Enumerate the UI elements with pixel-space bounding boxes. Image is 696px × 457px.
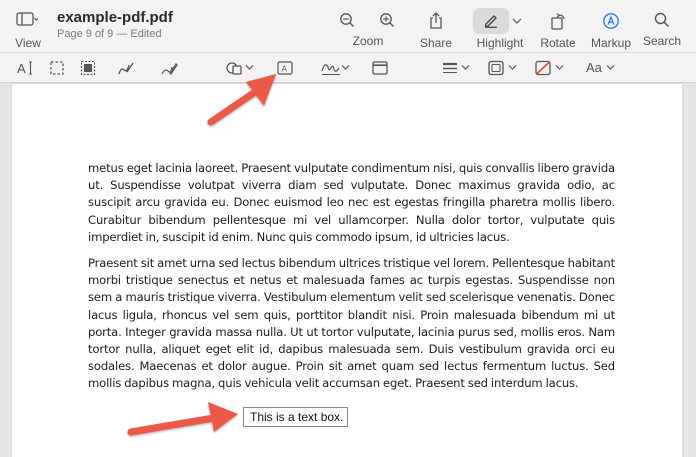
text-box-annotation[interactable]: This is a text box.	[243, 407, 348, 427]
markup-label: Markup	[590, 36, 631, 50]
instant-alpha-tool[interactable]	[79, 59, 97, 77]
zoom-in-icon[interactable]	[380, 13, 394, 27]
search-label: Search	[642, 34, 682, 48]
arrow-to-textbox-tool-icon	[207, 74, 276, 126]
shape-style-chevron-icon[interactable]	[461, 64, 470, 71]
document-canvas: metus eget lacinia laoreet. Praesent vul…	[0, 84, 696, 457]
sign-chevron-icon[interactable]	[341, 64, 350, 71]
note-tool[interactable]	[371, 59, 389, 77]
text-selection-tool[interactable]: A	[16, 59, 34, 77]
text-style-button[interactable]: Aa	[586, 60, 602, 75]
markup-pen-icon	[603, 13, 619, 29]
text-cursor-icon: A	[17, 61, 32, 76]
window-toolbar: View example-pdf.pdf Page 9 of 9 — Edite…	[0, 0, 696, 53]
highlight-label: Highlight	[476, 36, 524, 50]
sketch-icon	[118, 62, 134, 75]
text-style-chevron-icon[interactable]	[606, 64, 615, 71]
document-title: example-pdf.pdf	[57, 9, 173, 26]
zoom-label: Zoom	[352, 34, 384, 48]
share-icon	[430, 12, 442, 29]
instant-alpha-icon	[80, 60, 96, 76]
draw-tool[interactable]	[160, 59, 178, 77]
rectangle-selection-icon	[50, 61, 64, 75]
rectangular-selection-tool[interactable]	[48, 59, 66, 77]
shape-style-tool[interactable]	[441, 59, 459, 77]
view-button[interactable]: View	[10, 8, 46, 50]
arrow-to-text-box-icon	[127, 402, 238, 436]
pdf-page: metus eget lacinia laoreet. Praesent vul…	[12, 84, 682, 457]
share-button[interactable]: Share	[416, 6, 456, 50]
fill-color-icon	[535, 60, 551, 76]
view-label: View	[15, 36, 41, 50]
rotate-icon	[551, 13, 565, 30]
sidebar-icon	[16, 12, 38, 26]
zoom-control: Zoom	[335, 6, 401, 50]
svg-text:A: A	[17, 61, 26, 76]
border-color-tool[interactable]	[487, 59, 505, 77]
document-subtitle: Page 9 of 9 — Edited	[57, 28, 162, 40]
signature-icon	[321, 64, 340, 76]
paragraph-2: Praesent sit amet urna sed lectus bibend…	[88, 256, 615, 391]
note-window-icon	[372, 61, 388, 75]
sign-tool[interactable]	[320, 59, 342, 77]
markup-button[interactable]: Markup	[588, 6, 634, 50]
fill-color-tool[interactable]	[534, 59, 552, 77]
draw-icon	[161, 63, 178, 75]
line-weight-icon	[443, 62, 457, 73]
share-label: Share	[419, 36, 453, 50]
rotate-button[interactable]: Rotate	[536, 6, 580, 50]
zoom-out-icon[interactable]	[340, 13, 354, 27]
search-icon	[654, 12, 670, 28]
search-button[interactable]: Search	[640, 6, 684, 50]
paragraph-1: metus eget lacinia laoreet. Praesent vul…	[88, 161, 615, 244]
border-color-chevron-icon[interactable]	[508, 64, 517, 71]
markup-toolbar: A A Aa	[0, 53, 696, 83]
fill-color-chevron-icon[interactable]	[555, 64, 564, 71]
rotate-label: Rotate	[540, 36, 576, 50]
border-color-icon	[488, 60, 504, 76]
highlighter-pen-icon	[484, 15, 497, 28]
sketch-tool[interactable]	[117, 59, 135, 77]
